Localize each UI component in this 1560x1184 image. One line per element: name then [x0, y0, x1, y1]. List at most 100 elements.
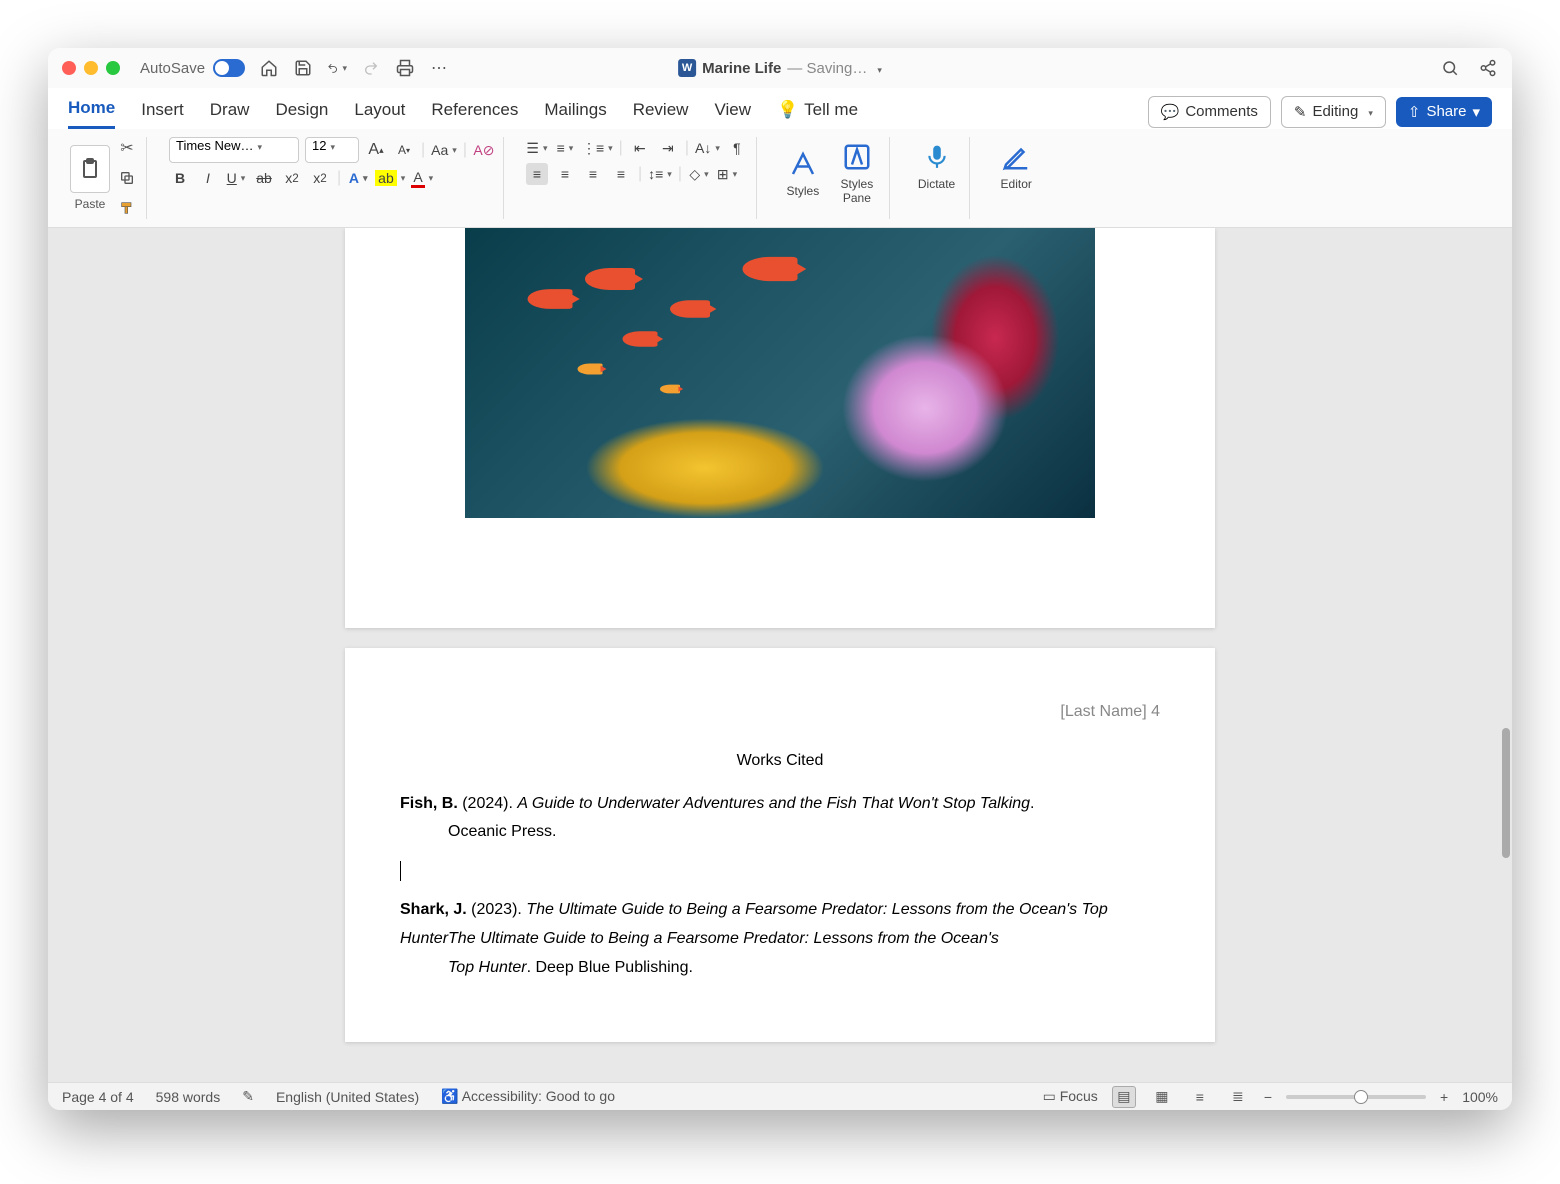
chevron-down-icon: ▾ — [1472, 103, 1480, 121]
bold-icon[interactable]: B — [169, 167, 191, 189]
tell-me[interactable]: 💡 Tell me — [777, 96, 858, 128]
zoom-slider[interactable] — [1286, 1095, 1426, 1099]
inserted-image[interactable] — [465, 228, 1095, 518]
tab-references[interactable]: References — [431, 96, 518, 128]
focus-mode[interactable]: ▭ Focus — [1043, 1088, 1098, 1105]
paste-button[interactable] — [70, 145, 110, 193]
home-icon[interactable] — [259, 58, 279, 78]
cut-icon[interactable]: ✂ — [116, 137, 138, 159]
print-layout-view-icon[interactable]: ▤ — [1112, 1086, 1136, 1108]
autosave-toggle[interactable]: AutoSave — [140, 59, 245, 77]
sort-icon[interactable]: A↓ — [695, 137, 720, 159]
editor-button[interactable]: Editor — [992, 137, 1040, 193]
subscript-icon[interactable]: x2 — [281, 167, 303, 189]
paste-label: Paste — [75, 197, 106, 211]
tab-insert[interactable]: Insert — [141, 96, 184, 128]
styles-button[interactable]: Styles — [779, 144, 827, 200]
increase-indent-icon[interactable]: ⇥ — [657, 137, 679, 159]
clear-format-icon[interactable]: A⊘ — [473, 139, 495, 161]
draft-view-icon[interactable]: ≣ — [1226, 1086, 1250, 1108]
minimize-button[interactable] — [84, 61, 98, 75]
share-icon: ⇧ — [1408, 103, 1421, 121]
ellipsis-icon[interactable]: ⋯ — [429, 58, 449, 78]
highlight-icon[interactable]: ab — [375, 167, 405, 189]
scrollbar-thumb[interactable] — [1502, 728, 1510, 858]
chevron-down-icon[interactable] — [873, 60, 882, 77]
font-color-icon[interactable]: A — [411, 167, 433, 189]
numbering-icon[interactable]: ≡ — [554, 137, 576, 159]
format-painter-icon[interactable] — [116, 197, 138, 219]
titlebar: AutoSave ⋯ W Marine Life — Saving… — [48, 48, 1512, 88]
editing-dropdown[interactable]: ✎ Editing — [1281, 96, 1386, 128]
italic-icon[interactable]: I — [197, 167, 219, 189]
word-app-icon: W — [678, 59, 696, 77]
share-nodes-icon[interactable] — [1478, 58, 1498, 78]
superscript-icon[interactable]: x2 — [309, 167, 331, 189]
spell-check-icon[interactable]: ✎ — [242, 1088, 254, 1105]
dictate-button[interactable]: Dictate — [912, 137, 961, 193]
tab-design[interactable]: Design — [275, 96, 328, 128]
borders-icon[interactable]: ⊞ — [716, 163, 738, 185]
zoom-out-icon[interactable]: − — [1264, 1089, 1272, 1105]
search-icon[interactable] — [1440, 58, 1460, 78]
comments-button[interactable]: 💬 Comments — [1148, 96, 1271, 128]
word-count[interactable]: 598 words — [156, 1089, 221, 1105]
document-title[interactable]: W Marine Life — Saving… — [678, 59, 882, 77]
shrink-font-icon[interactable]: A▾ — [393, 139, 415, 161]
tab-view[interactable]: View — [714, 96, 751, 128]
bullets-icon[interactable]: ☰ — [526, 137, 548, 159]
save-status: — Saving… — [787, 60, 867, 77]
document-area[interactable]: [Last Name] 4 Works Cited Fish, B. (2024… — [48, 228, 1512, 1082]
citation-1: Fish, B. (2024). A Guide to Underwater A… — [400, 790, 1160, 848]
language[interactable]: English (United States) — [276, 1089, 419, 1105]
strikethrough-icon[interactable]: ab — [253, 167, 275, 189]
redo-icon[interactable] — [361, 58, 381, 78]
autosave-label: AutoSave — [140, 60, 205, 77]
share-button[interactable]: ⇧ Share ▾ — [1396, 97, 1492, 127]
ribbon: Paste ✂ Times New… 12 A▴ A▾ | Aa | — [48, 129, 1512, 228]
tab-layout[interactable]: Layout — [354, 96, 405, 128]
align-left-icon[interactable]: ≡ — [526, 163, 548, 185]
page-4[interactable]: [Last Name] 4 Works Cited Fish, B. (2024… — [345, 648, 1215, 1042]
undo-icon[interactable] — [327, 58, 347, 78]
styles-group: Styles Styles Pane — [771, 137, 890, 219]
change-case-icon[interactable]: Aa — [431, 139, 457, 161]
accessibility[interactable]: ♿ Accessibility: Good to go — [441, 1088, 615, 1105]
comment-icon: 💬 — [1161, 103, 1180, 121]
text-effects-icon[interactable]: A — [347, 167, 369, 189]
line-spacing-icon[interactable]: ↕≡ — [648, 163, 672, 185]
web-layout-view-icon[interactable]: ▦ — [1150, 1086, 1174, 1108]
align-center-icon[interactable]: ≡ — [554, 163, 576, 185]
print-icon[interactable] — [395, 58, 415, 78]
clipboard-group: Paste ✂ — [62, 137, 147, 219]
zoom-level[interactable]: 100% — [1462, 1089, 1498, 1105]
multilevel-icon[interactable]: ⋮≡ — [582, 137, 613, 159]
switch-icon[interactable] — [213, 59, 245, 77]
outline-view-icon[interactable]: ≡ — [1188, 1086, 1212, 1108]
shading-icon[interactable]: ◇ — [688, 163, 710, 185]
cursor-line[interactable] — [400, 857, 1160, 886]
styles-pane-button[interactable]: Styles Pane — [833, 137, 881, 207]
tab-review[interactable]: Review — [633, 96, 689, 128]
tab-mailings[interactable]: Mailings — [544, 96, 606, 128]
show-marks-icon[interactable]: ¶ — [726, 137, 748, 159]
paragraph-group: ☰ ≡ ⋮≡ | ⇤ ⇥ | A↓ ¶ ≡ ≡ ≡ ≡ | ↕≡ — [518, 137, 757, 219]
font-name-select[interactable]: Times New… — [169, 137, 299, 163]
maximize-button[interactable] — [106, 61, 120, 75]
chevron-down-icon — [1364, 103, 1373, 120]
underline-icon[interactable]: U — [225, 167, 247, 189]
font-size-select[interactable]: 12 — [305, 137, 359, 163]
status-bar: Page 4 of 4 598 words ✎ English (United … — [48, 1082, 1512, 1110]
justify-icon[interactable]: ≡ — [610, 163, 632, 185]
copy-icon[interactable] — [116, 167, 138, 189]
pencil-icon: ✎ — [1294, 103, 1307, 121]
decrease-indent-icon[interactable]: ⇤ — [629, 137, 651, 159]
tab-home[interactable]: Home — [68, 94, 115, 129]
align-right-icon[interactable]: ≡ — [582, 163, 604, 185]
save-icon[interactable] — [293, 58, 313, 78]
grow-font-icon[interactable]: A▴ — [365, 139, 387, 161]
tab-draw[interactable]: Draw — [210, 96, 250, 128]
zoom-in-icon[interactable]: + — [1440, 1089, 1448, 1105]
page-count[interactable]: Page 4 of 4 — [62, 1089, 134, 1105]
close-button[interactable] — [62, 61, 76, 75]
